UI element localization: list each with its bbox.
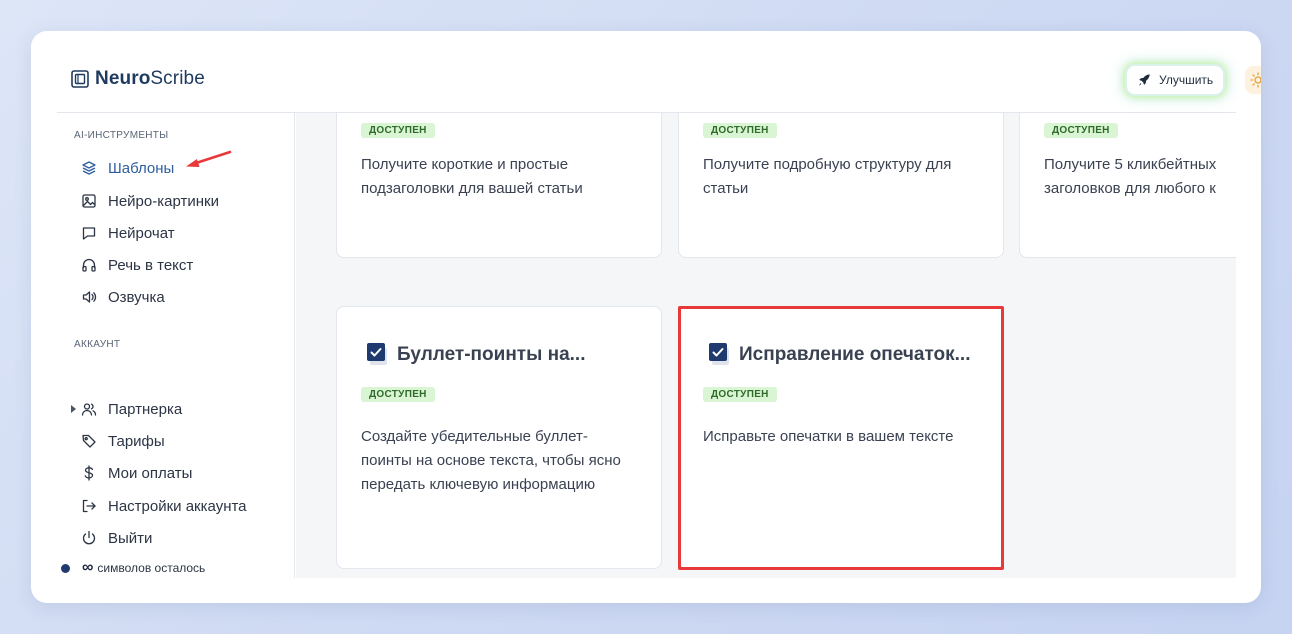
logo-text-regular: Scribe <box>150 68 205 89</box>
sidebar-item-label: Озвучка <box>108 288 165 306</box>
image-icon <box>82 194 96 208</box>
status-badge: ДОСТУПЕН <box>1044 123 1118 138</box>
headphones-icon <box>82 258 96 272</box>
card-description: Получите подробную структуру для статьи <box>703 156 952 197</box>
logo-text-bold: Neuro <box>95 68 151 89</box>
theme-toggle[interactable] <box>1245 66 1261 94</box>
expand-caret-icon[interactable] <box>71 405 76 413</box>
template-card[interactable]: Буллет-поинты на... ДОСТУПЕН Создайте уб… <box>336 306 662 569</box>
templates-grid: ДОСТУПЕН Получите короткие и простые под… <box>296 113 1236 578</box>
users-icon <box>81 403 97 416</box>
top-bar: NeuroScribe Улучшить <box>57 31 1261 113</box>
speaker-icon <box>82 291 97 303</box>
sidebar-item-partners[interactable]: Партнерка <box>81 397 182 421</box>
sidebar-item-label: Речь в текст <box>108 256 194 274</box>
credits-label: символов осталось <box>97 561 206 575</box>
chat-icon <box>82 227 96 240</box>
card-description: Создайте убедительные буллет-поинты на о… <box>361 428 621 493</box>
card-title: Буллет-поинты на... <box>367 343 586 367</box>
sidebar-item-speech-to-text[interactable]: Речь в текст <box>81 253 193 277</box>
sidebar-item-label: Нейро-картинки <box>108 192 219 210</box>
card-description: Получите короткие и простые подзаголовки… <box>361 156 583 197</box>
sidebar-item-label: Шаблоны <box>108 159 175 177</box>
checkbox-icon <box>367 343 387 365</box>
section-label-ai-tools: AI-ИНСТРУМЕНТЫ <box>74 130 169 141</box>
logo[interactable]: NeuroScribe <box>71 68 205 90</box>
app-window: NeuroScribe Улучшить AI-ИНСТРУМЕНТЫ Шабл… <box>31 31 1261 603</box>
sidebar-item-tariffs[interactable]: Тарифы <box>81 429 165 453</box>
status-badge: ДОСТУПЕН <box>361 123 435 138</box>
upgrade-button[interactable]: Улучшить <box>1127 66 1224 94</box>
sidebar-item-neurochat[interactable]: Нейрочат <box>81 221 175 245</box>
section-label-account: АККАУНТ <box>74 339 121 350</box>
dollar-icon <box>84 465 94 481</box>
logout-icon <box>82 499 96 513</box>
sidebar-item-label: Нейрочат <box>108 224 175 242</box>
sidebar-item-my-payments[interactable]: Мои оплаты <box>81 461 192 485</box>
sidebar-item-label: Настройки аккаунта <box>108 497 247 515</box>
power-icon <box>82 530 96 545</box>
credits-indicator: ∞ символов осталось <box>61 559 205 577</box>
sidebar-item-account-settings[interactable]: Настройки аккаунта <box>81 494 247 518</box>
status-badge: ДОСТУПЕН <box>361 387 435 402</box>
upgrade-label: Улучшить <box>1159 73 1214 87</box>
card-title-text: Буллет-поинты на... <box>397 344 586 365</box>
sidebar-item-neuro-images[interactable]: Нейро-картинки <box>81 189 219 213</box>
card-description: Получите 5 кликбейтных заголовков для лю… <box>1044 156 1217 197</box>
template-card[interactable]: ДОСТУПЕН Получите подробную структуру дл… <box>678 113 1004 258</box>
infinity-symbol: ∞ <box>82 559 94 576</box>
logo-text: NeuroScribe <box>95 68 205 90</box>
highlight-frame <box>678 306 1004 570</box>
layers-icon <box>82 161 96 175</box>
sidebar-item-label: Мои оплаты <box>108 464 193 482</box>
sidebar-item-label: Тарифы <box>108 432 165 450</box>
template-card[interactable]: ДОСТУПЕН Получите 5 кликбейтных заголовк… <box>1019 113 1236 258</box>
sidebar-item-voiceover[interactable]: Озвучка <box>81 285 165 309</box>
status-badge: ДОСТУПЕН <box>703 123 777 138</box>
tag-icon <box>82 434 96 448</box>
logo-icon <box>71 70 89 88</box>
sidebar-item-logout[interactable]: Выйти <box>81 526 152 550</box>
sidebar: AI-ИНСТРУМЕНТЫ Шаблоны Нейро-картинки Не… <box>57 113 295 578</box>
sidebar-item-label: Партнерка <box>108 400 183 418</box>
status-dot-icon <box>61 563 70 573</box>
rocket-icon <box>1138 74 1150 86</box>
sidebar-item-label: Выйти <box>108 529 153 547</box>
template-card[interactable]: ДОСТУПЕН Получите короткие и простые под… <box>336 113 662 258</box>
sidebar-item-templates[interactable]: Шаблоны <box>81 156 174 180</box>
annotation-arrow-icon <box>186 150 232 167</box>
sun-icon <box>1250 72 1261 88</box>
